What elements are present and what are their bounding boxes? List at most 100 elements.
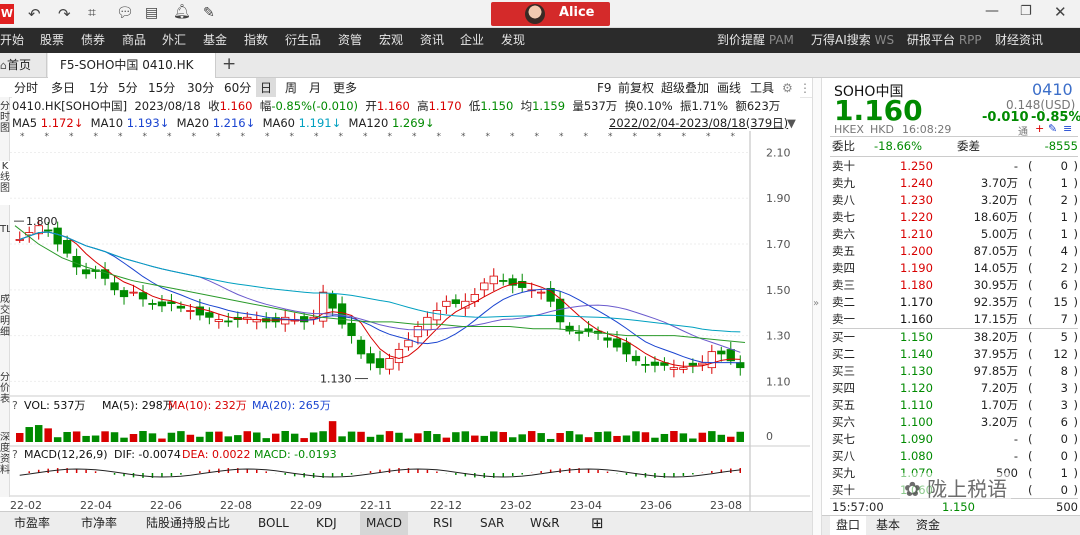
menu-item-fund[interactable]: 基金 bbox=[203, 28, 227, 53]
ind-tab-kdj[interactable]: KDJ bbox=[310, 512, 343, 535]
period-5min[interactable]: 5分 bbox=[118, 78, 138, 98]
panel-tab-funds[interactable]: 资金 bbox=[910, 516, 946, 535]
collapse-icon[interactable]: » bbox=[813, 298, 819, 309]
bid-row[interactable]: 买五 1.110 1.70万 (3) bbox=[832, 397, 1078, 414]
add-indicator-icon[interactable]: ⊞ bbox=[585, 512, 610, 535]
menu-item-fx[interactable]: 外汇 bbox=[162, 28, 186, 53]
side-tab-price-table[interactable]: 分价表 bbox=[0, 372, 10, 416]
ask-row[interactable]: 卖一 1.160 17.15万 (7) bbox=[832, 311, 1078, 328]
ind-tab-sar[interactable]: SAR bbox=[474, 512, 510, 535]
bid-row[interactable]: 买六 1.100 3.20万 (6) bbox=[832, 414, 1078, 431]
menu-research[interactable]: 研报平台 RPP bbox=[907, 28, 982, 53]
menu-item-stock[interactable]: 股票 bbox=[40, 28, 64, 53]
menu-item-news[interactable]: 资讯 bbox=[420, 28, 444, 53]
menu-item-start[interactable]: 开始 bbox=[0, 28, 24, 53]
close-icon[interactable]: ✕ bbox=[1054, 3, 1067, 21]
menu-item-bond[interactable]: 债券 bbox=[81, 28, 105, 53]
tab-active[interactable]: F5-SOHO中国 0410.HK bbox=[48, 53, 216, 78]
f9-button[interactable]: F9 bbox=[597, 78, 612, 98]
side-tab-profile[interactable]: 深度资料 bbox=[0, 432, 10, 492]
menu-price-alert[interactable]: 到价提醒 PAM bbox=[717, 28, 794, 53]
panel-collapse-handle[interactable]: » bbox=[812, 78, 822, 535]
ask-row[interactable]: 卖三 1.180 30.95万 (6) bbox=[832, 277, 1078, 294]
menu-item-macro[interactable]: 宏观 bbox=[379, 28, 403, 53]
ind-tab-macd[interactable]: MACD bbox=[360, 512, 408, 535]
ask-row[interactable]: 卖六 1.210 5.00万 (1) bbox=[832, 226, 1078, 243]
ask-row[interactable]: 卖五 1.200 87.05万 (4) bbox=[832, 243, 1078, 260]
ask-label: 卖七 bbox=[832, 210, 855, 224]
menu-ai-search[interactable]: 万得AI搜索 WS bbox=[811, 28, 894, 53]
period-1min[interactable]: 1分 bbox=[89, 78, 109, 98]
crop-icon[interactable]: ⌗ bbox=[88, 5, 96, 21]
ind-tab-wr[interactable]: W&R bbox=[524, 512, 566, 535]
ask-row[interactable]: 卖七 1.220 18.60万 (1) bbox=[832, 209, 1078, 226]
user-badge[interactable]: Alice bbox=[491, 2, 610, 26]
period-day[interactable]: 日 bbox=[256, 78, 277, 98]
back-icon[interactable]: ↶ bbox=[28, 5, 41, 23]
kline-chart[interactable]: 2.10 1.90 1.70 1.50 1.30 1.10 * * * * * * * * * * * * * * * *… bbox=[10, 131, 810, 512]
menu-item-index[interactable]: 指数 bbox=[244, 28, 268, 53]
minimize-icon[interactable]: — bbox=[985, 3, 999, 19]
ind-tab-boll[interactable]: BOLL bbox=[252, 512, 295, 535]
ask-paren: ) bbox=[1073, 244, 1079, 258]
menu-item-derivatives[interactable]: 衍生品 bbox=[285, 28, 321, 53]
ask-row[interactable]: 卖十 1.250 -(0) bbox=[832, 158, 1078, 175]
maximize-icon[interactable]: ❐ bbox=[1020, 4, 1032, 19]
ask-row[interactable]: 卖二 1.170 92.35万 (15) bbox=[832, 294, 1078, 311]
add-tab-button[interactable]: + bbox=[222, 54, 236, 74]
menu-item-asset-mgmt[interactable]: 资管 bbox=[338, 28, 362, 53]
bell-icon[interactable]: 🔔︎ bbox=[173, 4, 191, 20]
period-60min[interactable]: 60分 bbox=[224, 78, 251, 98]
period-month[interactable]: 月 bbox=[309, 78, 321, 98]
overlay-button[interactable]: 超级叠加 bbox=[661, 78, 709, 98]
panel-tab-orderbook[interactable]: 盘口 bbox=[830, 516, 867, 535]
chat-icon[interactable]: 💬︎ bbox=[116, 5, 134, 21]
period-30min[interactable]: 30分 bbox=[187, 78, 214, 98]
draw-button[interactable]: 画线 bbox=[717, 78, 741, 98]
settings-icon[interactable]: ⚙ bbox=[782, 78, 793, 98]
ask-paren: ( bbox=[1028, 244, 1033, 258]
adjust-button[interactable]: 前复权 bbox=[618, 78, 654, 98]
side-tab-intraday[interactable]: 分时图 bbox=[0, 101, 10, 141]
bid-row[interactable]: 买八 1.080 -(0) bbox=[832, 448, 1078, 465]
side-tab-tlck[interactable]: TLCK bbox=[0, 224, 10, 272]
tab-home[interactable]: ⌂首页 bbox=[0, 53, 47, 78]
menu-finance-news[interactable]: 财经资讯 bbox=[995, 28, 1043, 53]
bid-row[interactable]: 买七 1.090 -(0) bbox=[832, 431, 1078, 448]
ind-tab-pb[interactable]: 市净率 bbox=[75, 512, 123, 535]
tools-button[interactable]: 工具 bbox=[750, 78, 774, 98]
ask-row[interactable]: 卖八 1.230 3.20万 (2) bbox=[832, 192, 1078, 209]
ask-row[interactable]: 卖九 1.240 3.70万 (1) bbox=[832, 175, 1078, 192]
list-icon[interactable]: ≡ bbox=[1063, 122, 1072, 135]
more-icon[interactable]: ⋮ bbox=[799, 78, 811, 98]
period-15min[interactable]: 15分 bbox=[148, 78, 175, 98]
panel-tab-basic[interactable]: 基本 bbox=[870, 516, 906, 535]
note-icon[interactable]: ✎ bbox=[203, 5, 215, 21]
ind-tab-connect[interactable]: 陆股通持股占比 bbox=[140, 512, 236, 535]
bid-row[interactable]: 买四 1.120 7.20万 (3) bbox=[832, 380, 1078, 397]
date-range[interactable]: 2022/02/04-2023/08/18(379日) bbox=[609, 115, 788, 131]
side-tab-trades[interactable]: 成交明细 bbox=[0, 294, 10, 342]
bid-row[interactable]: 买二 1.140 37.95万 (12) bbox=[832, 346, 1078, 363]
kline-svg[interactable]: 2.10 1.90 1.70 1.50 1.30 1.10 * * * * * * * * * * * * * * * *… bbox=[10, 131, 810, 512]
bid-row[interactable]: 买一 1.150 38.20万 (5) bbox=[832, 329, 1078, 346]
bid-paren: ( bbox=[1028, 432, 1033, 446]
ind-tab-pe[interactable]: 市盈率 bbox=[8, 512, 56, 535]
period-intraday[interactable]: 分时 bbox=[14, 78, 38, 98]
menu-item-company[interactable]: 企业 bbox=[460, 28, 484, 53]
menu-item-commodity[interactable]: 商品 bbox=[122, 28, 146, 53]
add-favorite-icon[interactable]: + bbox=[1035, 122, 1044, 135]
ind-tab-rsi[interactable]: RSI bbox=[427, 512, 459, 535]
edit-icon[interactable]: ✎ bbox=[1048, 122, 1057, 135]
ask-row[interactable]: 卖四 1.190 14.05万 (2) bbox=[832, 260, 1078, 277]
side-tab-kline[interactable]: K线图 bbox=[0, 161, 10, 205]
bid-row[interactable]: 买三 1.130 97.85万 (8) bbox=[832, 363, 1078, 380]
layout-icon[interactable]: ▤ bbox=[145, 5, 158, 21]
period-multiday[interactable]: 多日 bbox=[51, 78, 75, 98]
app-logo[interactable]: W bbox=[0, 4, 14, 24]
period-more[interactable]: 更多 bbox=[333, 78, 357, 98]
period-week[interactable]: 周 bbox=[285, 78, 297, 98]
forward-icon[interactable]: ↷ bbox=[58, 5, 71, 23]
menu-item-discover[interactable]: 发现 bbox=[501, 28, 525, 53]
range-dropdown-icon[interactable]: ▼ bbox=[787, 115, 796, 131]
